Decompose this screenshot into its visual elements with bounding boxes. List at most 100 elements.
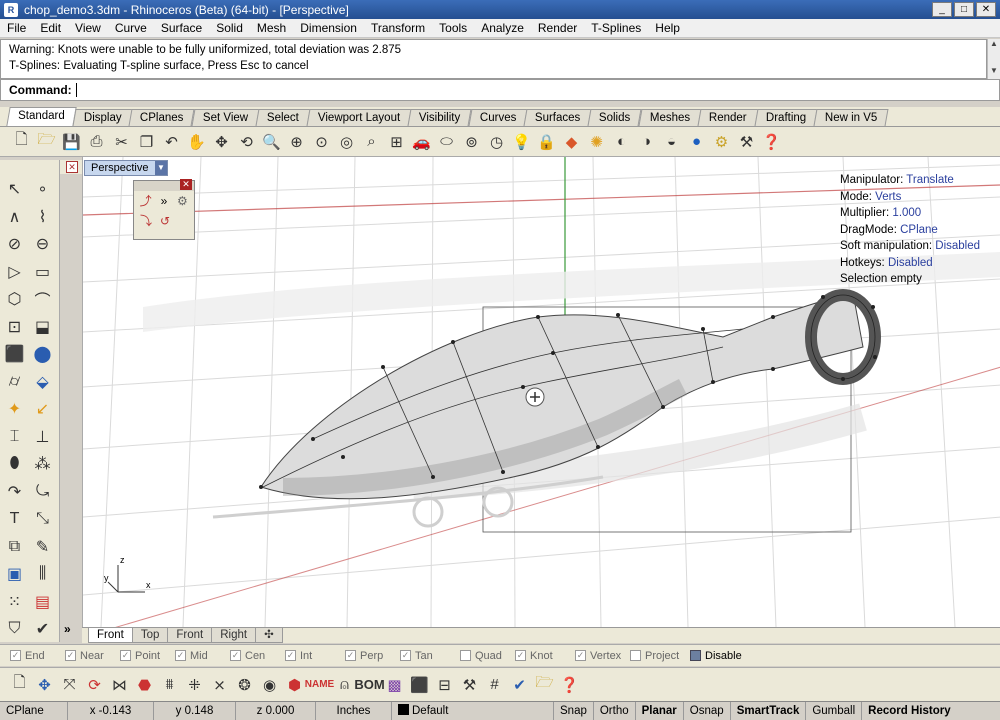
expand-icon[interactable]: » xyxy=(156,193,171,209)
tspline-bucket-icon[interactable]: ⬢ xyxy=(283,673,306,696)
osnap-tan[interactable]: ✓ Tan xyxy=(400,650,460,662)
tab-set-view[interactable]: Set View xyxy=(191,109,260,126)
close-panel-icon[interactable]: ✕ xyxy=(180,179,192,190)
osnap-point[interactable]: ✓ Point xyxy=(120,650,175,662)
osnap-project[interactable]: Project xyxy=(630,650,690,662)
tspline-check-icon[interactable]: ✔ xyxy=(508,673,531,696)
options-gear-icon[interactable]: ⚙ xyxy=(710,130,733,153)
save-icon[interactable]: 💾 xyxy=(60,130,83,153)
cylinder-solid-icon[interactable]: ⌭ xyxy=(2,369,28,395)
points-on-icon[interactable]: ⁂ xyxy=(30,451,56,477)
tspline-delete-icon[interactable]: ⨯ xyxy=(208,673,231,696)
boolean-union-icon[interactable]: ⬮ xyxy=(2,451,28,477)
tab-cplanes[interactable]: CPlanes xyxy=(128,109,196,126)
status-layer[interactable]: Default xyxy=(392,702,554,720)
rebuild-icon[interactable]: ↷ xyxy=(2,479,28,505)
viewport-tab-front-2[interactable]: Front xyxy=(167,628,213,643)
osnap-vertex[interactable]: ✓ Vertex xyxy=(575,650,630,662)
tspline-bom-icon[interactable]: BOM xyxy=(354,673,384,696)
command-line[interactable]: Command: xyxy=(0,79,1000,101)
rotate-manipulator-icon[interactable]: ↺ xyxy=(157,213,173,229)
car-icon[interactable]: 🚗 xyxy=(410,130,433,153)
arrow-icon[interactable]: ↙ xyxy=(30,396,56,422)
check-icon[interactable]: ✔ xyxy=(30,616,56,642)
osnap-checkbox[interactable]: ✓ xyxy=(400,650,411,661)
polygon-icon[interactable]: ⬡ xyxy=(2,286,28,312)
osnap-disable[interactable]: Disable xyxy=(690,650,745,662)
scale-manipulator-icon[interactable]: ⤵ xyxy=(138,213,154,229)
menu-curve[interactable]: Curve xyxy=(108,21,154,35)
tab-curves[interactable]: Curves xyxy=(468,109,528,126)
cube-view-icon[interactable]: ▣ xyxy=(2,561,28,587)
osnap-checkbox[interactable]: ✓ xyxy=(120,650,131,661)
print-icon[interactable]: ⎙ xyxy=(85,130,108,153)
tspline-insert-edge-icon[interactable]: ⩩ xyxy=(158,673,181,696)
osnap-checkbox[interactable] xyxy=(630,650,641,661)
maximize-button[interactable]: □ xyxy=(954,2,974,17)
group-icon[interactable]: ⧉ xyxy=(2,534,28,560)
menu-tsplines[interactable]: T-Splines xyxy=(584,21,648,35)
surface-icon[interactable]: ⊡ xyxy=(2,314,28,340)
box-solid-icon[interactable]: ⬛ xyxy=(2,341,28,367)
block-icon[interactable]: ▤ xyxy=(30,589,56,615)
shaded-icon[interactable]: ◑ xyxy=(635,130,658,153)
circle-icon[interactable]: ⊘ xyxy=(2,231,28,257)
menu-file[interactable]: File xyxy=(0,21,33,35)
toggle-osnap[interactable]: Osnap xyxy=(684,702,731,720)
command-history-scrollbar[interactable]: ▲ ▼ xyxy=(987,39,1000,79)
tspline-insert-point-icon[interactable]: ⁜ xyxy=(183,673,206,696)
tspline-rotate-icon[interactable]: ⟳ xyxy=(83,673,106,696)
toggle-ortho[interactable]: Ortho xyxy=(594,702,636,720)
osnap-mid[interactable]: ✓ Mid xyxy=(175,650,230,662)
render-preview-icon[interactable]: ◐ xyxy=(610,130,633,153)
transform-icon[interactable]: ✦ xyxy=(2,396,28,422)
menu-surface[interactable]: Surface xyxy=(154,21,209,35)
tspline-folder-icon[interactable]: 🗁 xyxy=(533,673,556,696)
render-sphere-icon[interactable]: ● xyxy=(685,130,708,153)
four-viewports-icon[interactable]: ⊞ xyxy=(385,130,408,153)
menu-analyze[interactable]: Analyze xyxy=(474,21,531,35)
osnap-end[interactable]: ✓ End xyxy=(10,650,65,662)
select-arrow-icon[interactable]: ↖ xyxy=(2,176,28,202)
toggle-gumball[interactable]: Gumball xyxy=(806,702,863,720)
menu-tools[interactable]: Tools xyxy=(432,21,474,35)
osnap-checkbox[interactable]: ✓ xyxy=(515,650,526,661)
status-cplane[interactable]: CPlane xyxy=(0,702,68,720)
osnap-checkbox[interactable]: ✓ xyxy=(285,650,296,661)
tab-select[interactable]: Select xyxy=(255,109,311,126)
light-bulb-icon[interactable]: 💡 xyxy=(510,130,533,153)
ghosted-icon[interactable]: ◒ xyxy=(660,130,683,153)
tspline-help-icon[interactable]: ❓ xyxy=(558,673,581,696)
osnap-checkbox[interactable]: ✓ xyxy=(575,650,586,661)
menu-dimension[interactable]: Dimension xyxy=(293,21,364,35)
split-icon[interactable]: ⊥ xyxy=(30,424,56,450)
tab-standard[interactable]: Standard xyxy=(6,107,77,126)
osnap-quad[interactable]: Quad xyxy=(460,650,515,662)
menu-help[interactable]: Help xyxy=(648,21,687,35)
tspline-grid-icon[interactable]: # xyxy=(483,673,506,696)
toggle-smarttrack[interactable]: SmartTrack xyxy=(731,702,807,720)
edit-points-icon[interactable]: ⤿ xyxy=(30,479,56,505)
zoom-all-icon[interactable]: ⌕ xyxy=(360,130,383,153)
lock-icon[interactable]: 🔒 xyxy=(535,130,558,153)
fillet-curve-icon[interactable]: ⌒ xyxy=(30,286,56,312)
mesh-icon[interactable]: ⬙ xyxy=(30,369,56,395)
surface-edge-icon[interactable]: ⬓ xyxy=(30,314,56,340)
color-wheel-icon[interactable]: ✺ xyxy=(585,130,608,153)
tab-meshes[interactable]: Meshes xyxy=(638,109,702,126)
zoom-icon[interactable]: 🔍 xyxy=(260,130,283,153)
osnap-checkbox[interactable]: ✓ xyxy=(10,650,21,661)
text-icon[interactable]: T xyxy=(2,506,28,532)
viewport-title-tab[interactable]: Perspective ▼ xyxy=(84,160,168,176)
tspline-magnet-icon[interactable]: ⍝ xyxy=(333,673,356,696)
manipulator-icon[interactable]: ⤴ xyxy=(138,193,153,209)
tspline-texture-icon[interactable]: ▩ xyxy=(383,673,406,696)
arc-icon[interactable]: ▷ xyxy=(2,259,28,285)
manipulator-settings-icon[interactable]: ⚙ xyxy=(175,193,190,209)
toggle-record-history[interactable]: Record History xyxy=(862,702,956,720)
osnap-checkbox[interactable] xyxy=(460,650,471,661)
scroll-down-icon[interactable]: ▼ xyxy=(988,66,1000,79)
new-file-icon[interactable]: 🗋 xyxy=(10,130,33,153)
copy-icon[interactable]: ❐ xyxy=(135,130,158,153)
pencil-icon[interactable]: ✎ xyxy=(30,534,56,560)
